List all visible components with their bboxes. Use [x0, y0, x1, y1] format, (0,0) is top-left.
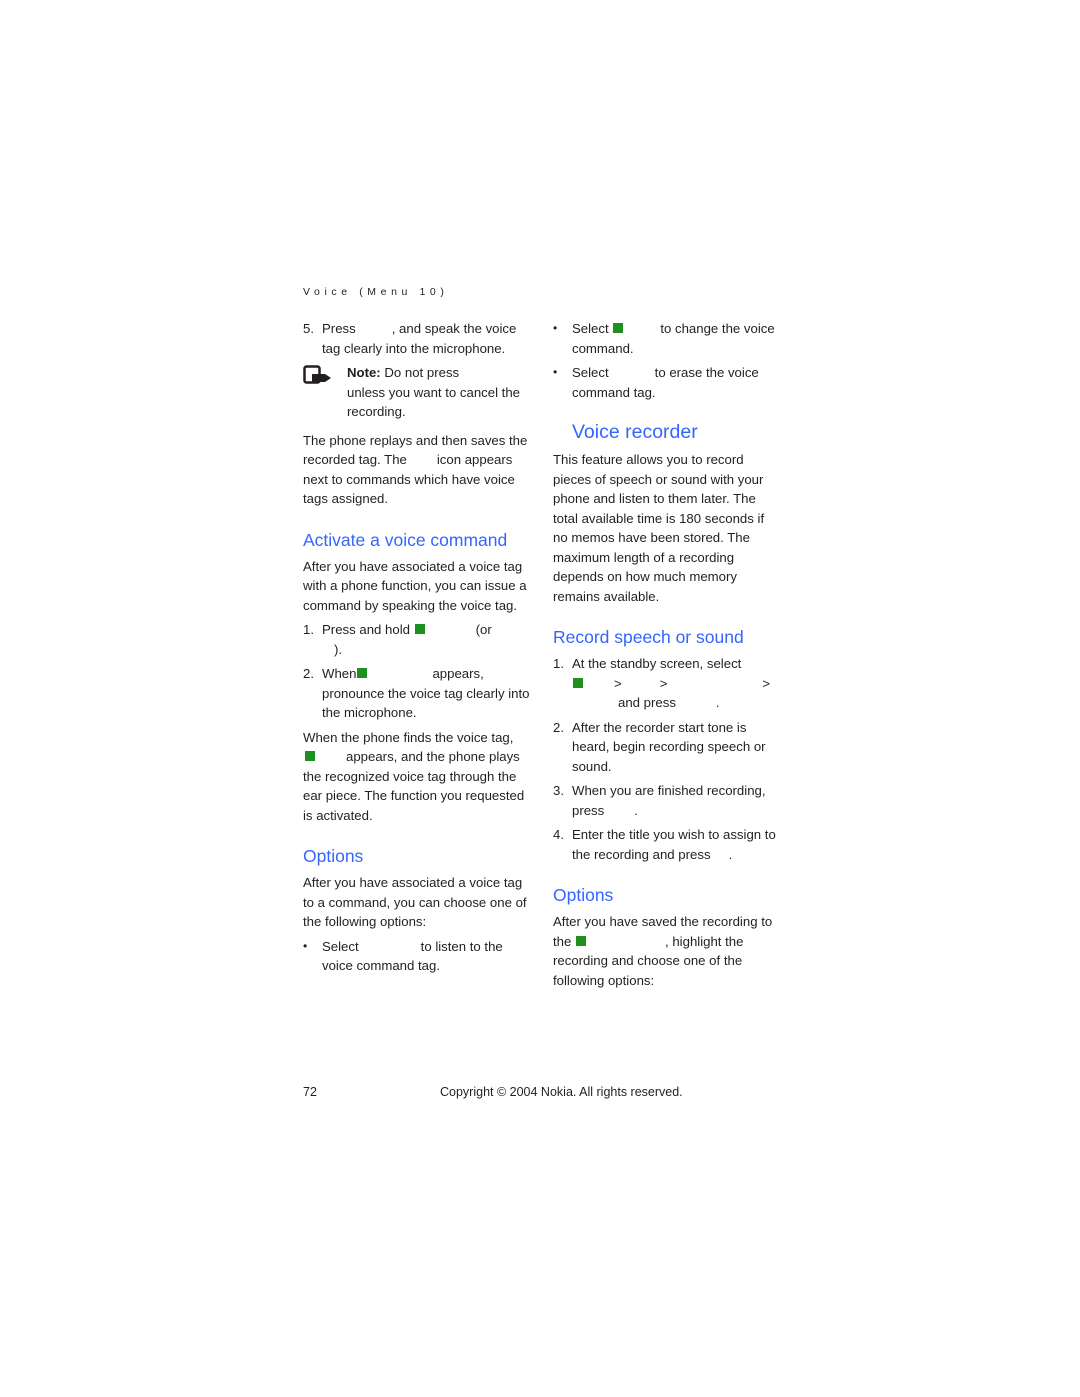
page-number: 72: [303, 1085, 317, 1099]
option-bullet-erase: • Select to erase the voice command tag.: [553, 365, 759, 400]
step-5: 5. Press, and speak the voice tag clearl…: [303, 321, 517, 356]
options-intro: After you have associated a voice tag to…: [303, 875, 527, 929]
left-column: 5. Press, and speak the voice tag clearl…: [303, 319, 531, 981]
note-icon: [303, 365, 331, 384]
copyright-notice: Copyright © 2004 Nokia. All rights reser…: [440, 1085, 683, 1099]
voice-recorder-heading: Voice recorder: [572, 421, 698, 443]
option-bullet-listen: • Select to listen to the voice command t…: [303, 938, 503, 974]
softkey-icon: [576, 935, 587, 946]
right-column: • Select to change the voice command. • …: [553, 319, 781, 995]
step-number: 5.: [303, 321, 314, 336]
running-header: Voice (Menu 10): [303, 286, 449, 298]
record-step-2: 2. After the recorder start tone is hear…: [553, 719, 766, 774]
found-paragraph: When the phone finds the voice tag, appe…: [303, 729, 525, 823]
recorder-intro: This feature allows you to record pieces…: [553, 452, 765, 604]
recorder-options-heading: Options: [553, 885, 614, 905]
softkey-icon: [613, 323, 624, 333]
note-label: Note:: [347, 365, 381, 380]
replay-paragraph: The phone replays and then saves the rec…: [303, 432, 528, 507]
record-step-3: 3. When you are finished recording, pres…: [553, 783, 766, 818]
softkey-icon: [305, 751, 315, 761]
record-step-4: 4. Enter the title you wish to assign to…: [553, 827, 776, 862]
record-heading: Record speech or sound: [553, 627, 744, 647]
activate-step-2: 2. When appears, pronounce the voice tag …: [303, 666, 530, 720]
recorder-options-intro: After you have saved the recording to th…: [553, 914, 773, 988]
activate-step-1: 1. Press and hold (or ).: [303, 622, 492, 657]
option-bullet-change: • Select to change the voice command.: [553, 321, 775, 356]
activate-heading: Activate a voice command: [303, 529, 508, 550]
softkey-icon: [414, 624, 425, 634]
record-step-1: 1. At the standby screen, select > > > and…: [553, 656, 771, 710]
options-heading: Options: [303, 846, 364, 866]
softkey-icon: [573, 677, 583, 688]
note-block: Note: Do not press unless you want to ca…: [303, 363, 531, 422]
softkey-icon: [357, 668, 368, 678]
activate-intro: After you have associated a voice tag wi…: [303, 558, 527, 613]
